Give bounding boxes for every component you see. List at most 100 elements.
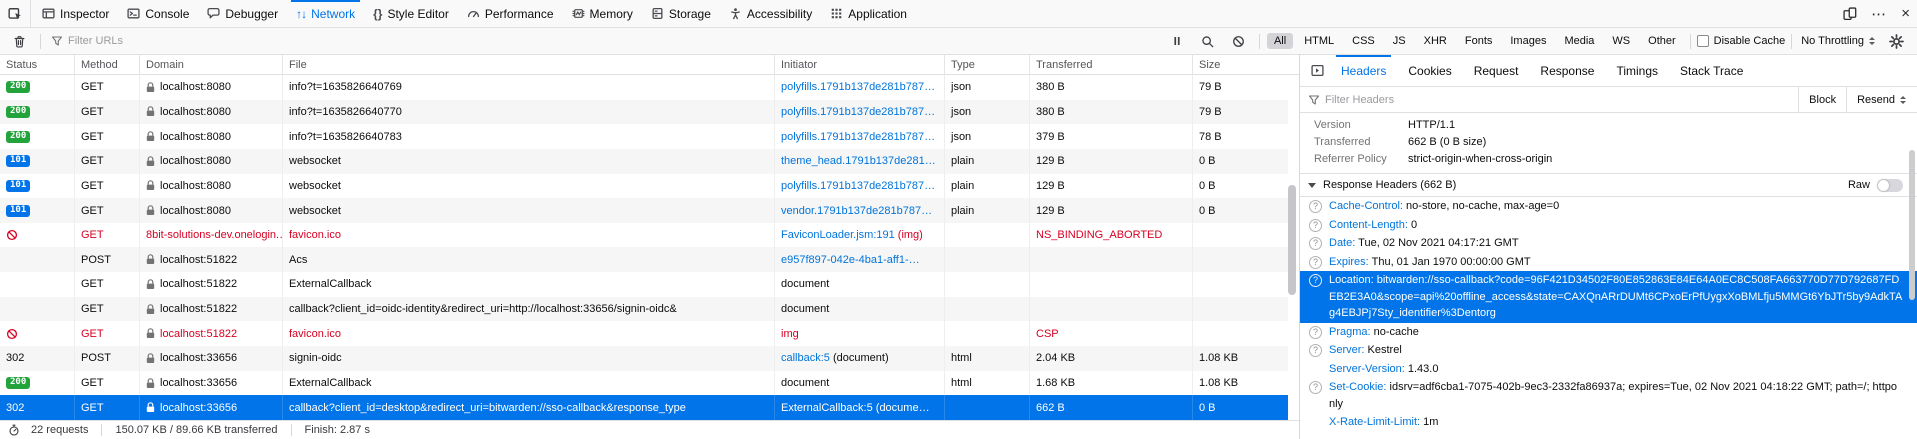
request-row[interactable]: POST localhost:51822 Acs e957f897-042e-4…	[0, 247, 1288, 272]
filter-urls-input[interactable]	[68, 35, 1161, 47]
column-header-initiator[interactable]: Initiator	[775, 55, 945, 74]
request-list-scrollbar[interactable]	[1288, 185, 1296, 295]
filter-pill-xhr[interactable]: XHR	[1417, 33, 1454, 49]
details-tab-headers[interactable]: Headers	[1330, 55, 1397, 86]
column-header-method[interactable]: Method	[75, 55, 140, 74]
tab-network[interactable]: ↑↓ Network	[287, 0, 364, 27]
filter-pill-ws[interactable]: WS	[1605, 33, 1637, 49]
tab-debugger[interactable]: Debugger	[198, 0, 287, 27]
header-help-icon[interactable]: ?	[1309, 237, 1322, 250]
request-row[interactable]: 302 POST localhost:33656 signin-oidc cal…	[0, 346, 1288, 371]
request-row[interactable]: GET localhost:51822 ExternalCallback doc…	[0, 272, 1288, 297]
initiator-link[interactable]: vendor.1791b137de281b787…	[781, 205, 932, 217]
initiator-link[interactable]: callback:5	[781, 352, 830, 364]
column-header-status[interactable]: Status	[0, 55, 75, 74]
filter-pill-html[interactable]: HTML	[1297, 33, 1341, 49]
disable-cache-checkbox[interactable]	[1697, 35, 1709, 47]
request-row[interactable]: 101 GET localhost:8080 websocket vendor.…	[0, 198, 1288, 223]
column-header-file[interactable]: File	[283, 55, 775, 74]
responsive-mode-button[interactable]	[1836, 0, 1864, 27]
filter-pill-media[interactable]: Media	[1557, 33, 1601, 49]
response-header-row[interactable]: ? Expires: Thu, 01 Jan 1970 00:00:00 GMT	[1300, 253, 1917, 272]
request-row[interactable]: GET localhost:51822 favicon.ico img CSP	[0, 321, 1288, 346]
block-button[interactable]: Block	[1798, 87, 1846, 112]
header-help-icon[interactable]: ?	[1309, 381, 1322, 394]
block-request-button[interactable]	[1224, 35, 1253, 48]
header-help-icon[interactable]: ?	[1309, 256, 1322, 269]
column-header-size[interactable]: Size	[1193, 55, 1288, 74]
split-console-button[interactable]	[1305, 64, 1330, 77]
initiator-link[interactable]: theme_head.1791b137de281…	[781, 155, 936, 167]
resend-button[interactable]: Resend	[1846, 87, 1917, 112]
request-row[interactable]: 200 GET localhost:33656 ExternalCallback…	[0, 371, 1288, 396]
request-row[interactable]: GET localhost:51822 callback?client_id=o…	[0, 297, 1288, 322]
filter-pill-other[interactable]: Other	[1641, 33, 1683, 49]
header-help-icon[interactable]: ?	[1309, 200, 1322, 213]
response-header-row[interactable]: ? Cache-Control: no-store, no-cache, max…	[1300, 197, 1917, 216]
initiator-link[interactable]: polyfills.1791b137de281b787…	[781, 106, 935, 118]
initiator-link[interactable]: polyfills.1791b137de281b787…	[781, 131, 935, 143]
close-devtools-button[interactable]: ×	[1894, 0, 1917, 27]
pause-traffic-button[interactable]	[1163, 35, 1191, 47]
initiator-link[interactable]: polyfills.1791b137de281b787…	[781, 81, 935, 93]
header-help-icon[interactable]: ?	[1309, 326, 1322, 339]
url-filter[interactable]	[47, 35, 1161, 47]
more-options-button[interactable]: ⋯	[1864, 0, 1894, 27]
request-row[interactable]: GET 8bit-solutions-dev.onelogin.… favico…	[0, 223, 1288, 248]
tab-style-editor[interactable]: {} Style Editor	[364, 0, 458, 27]
response-header-row[interactable]: ? Content-Length: 0	[1300, 216, 1917, 235]
filter-pill-js[interactable]: JS	[1386, 33, 1413, 49]
filter-pill-all[interactable]: All	[1267, 33, 1293, 49]
disable-cache-control[interactable]: Disable Cache	[1697, 35, 1786, 47]
header-help-icon[interactable]: ?	[1309, 219, 1322, 232]
filter-pill-css[interactable]: CSS	[1345, 33, 1382, 49]
tab-inspector[interactable]: Inspector	[33, 0, 118, 27]
tab-performance[interactable]: Performance	[458, 0, 563, 27]
toggle-performance-button[interactable]	[6, 424, 22, 436]
header-help-icon[interactable]: ?	[1309, 344, 1322, 357]
tab-application[interactable]: Application	[821, 0, 916, 27]
details-scrollbar[interactable]	[1909, 150, 1915, 300]
column-header-domain[interactable]: Domain	[140, 55, 283, 74]
column-header-type[interactable]: Type	[945, 55, 1030, 74]
initiator-link[interactable]: e957f897-042e-4ba1-aff1-…	[781, 254, 920, 266]
network-settings-button[interactable]	[1881, 34, 1912, 49]
tab-accessibility[interactable]: Accessibility	[720, 0, 821, 27]
response-header-row[interactable]: ? Date: Tue, 02 Nov 2021 04:17:21 GMT	[1300, 234, 1917, 253]
storage-icon	[651, 7, 664, 20]
tab-console[interactable]: Console	[118, 0, 198, 27]
tab-memory[interactable]: Memory	[563, 0, 642, 27]
response-header-row[interactable]: ? Server: Kestrel	[1300, 341, 1917, 360]
initiator-link[interactable]: FaviconLoader.jsm:191	[781, 229, 895, 241]
response-header-row[interactable]: ? Server-Version: 1.43.0	[1300, 360, 1917, 379]
request-row[interactable]: 200 GET localhost:8080 info?t=1635826640…	[0, 124, 1288, 149]
details-tab-cookies[interactable]: Cookies	[1397, 55, 1462, 86]
response-headers-section[interactable]: Response Headers (662 B) Raw	[1300, 173, 1917, 197]
raw-toggle[interactable]	[1877, 179, 1903, 192]
search-button[interactable]	[1193, 35, 1222, 48]
filter-pill-fonts[interactable]: Fonts	[1458, 33, 1500, 49]
details-tab-timings[interactable]: Timings	[1605, 55, 1669, 86]
header-help-icon[interactable]: ?	[1309, 274, 1322, 287]
response-header-row[interactable]: ? X-Rate-Limit-Limit: 1m	[1300, 413, 1917, 432]
details-tab-response[interactable]: Response	[1529, 55, 1605, 86]
clear-requests-button[interactable]	[5, 35, 34, 48]
tab-storage[interactable]: Storage	[642, 0, 720, 27]
request-row[interactable]: 200 GET localhost:8080 info?t=1635826640…	[0, 75, 1288, 100]
response-header-row[interactable]: ? Pragma: no-cache	[1300, 323, 1917, 342]
node-picker-button[interactable]	[0, 0, 31, 27]
initiator-link[interactable]: ExternalCallback:5	[781, 402, 873, 414]
details-tab-request[interactable]: Request	[1463, 55, 1530, 86]
filter-pill-images[interactable]: Images	[1503, 33, 1553, 49]
response-header-row[interactable]: ? Set-Cookie: idsrv=adf6cba1-7075-402b-9…	[1300, 378, 1917, 413]
request-row[interactable]: 200 GET localhost:8080 info?t=1635826640…	[0, 100, 1288, 125]
initiator-link[interactable]: polyfills.1791b137de281b787…	[781, 180, 935, 192]
details-tab-stack-trace[interactable]: Stack Trace	[1669, 55, 1754, 86]
filter-headers-input[interactable]	[1325, 94, 1798, 106]
response-header-row[interactable]: ? Location: bitwarden://sso-callback?cod…	[1300, 271, 1917, 323]
request-row[interactable]: 101 GET localhost:8080 websocket polyfil…	[0, 174, 1288, 199]
request-row[interactable]: 101 GET localhost:8080 websocket theme_h…	[0, 149, 1288, 174]
request-row[interactable]: 302 GET localhost:33656 callback?client_…	[0, 395, 1288, 420]
column-header-transferred[interactable]: Transferred	[1030, 55, 1193, 74]
throttling-select[interactable]: No Throttling	[1798, 35, 1879, 47]
